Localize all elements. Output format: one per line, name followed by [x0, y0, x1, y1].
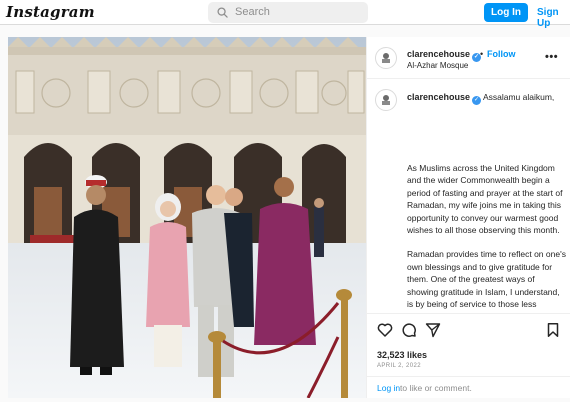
post-header: clarencehouse ✓ • Follow Al-Azhar Mosque … — [367, 37, 570, 79]
follow-button[interactable]: Follow — [487, 49, 516, 59]
login-button[interactable]: Log In — [484, 3, 528, 22]
post-date[interactable]: APRIL 2, 2022 — [377, 363, 421, 369]
post-actions: 32,523 likes APRIL 2, 2022 Log in to lik… — [367, 313, 570, 398]
caption-first-line: clarencehouse ✓ Assalamu alaikum, — [407, 91, 565, 105]
caption-username[interactable]: clarencehouse — [407, 92, 470, 102]
caption-area[interactable]: clarencehouse ✓ Assalamu alaikum, As Musl… — [367, 80, 570, 313]
separator-dot: • — [480, 49, 484, 59]
caption-body: As Muslims across the United Kingdom and… — [407, 162, 567, 313]
share-icon[interactable] — [425, 322, 441, 338]
heart-icon[interactable] — [377, 322, 393, 338]
avatar[interactable] — [375, 47, 397, 69]
bookmark-icon[interactable] — [545, 322, 561, 338]
verified-badge-icon: ✓ — [472, 96, 482, 105]
crest-icon — [382, 95, 390, 105]
login-prompt-text: to like or comment. — [400, 383, 472, 393]
login-prompt: Log in to like or comment. — [367, 376, 570, 399]
search-placeholder: Search — [235, 6, 270, 18]
likes-count[interactable]: 32,523 likes — [377, 350, 427, 360]
login-link[interactable]: Log in — [377, 383, 400, 393]
caption-avatar[interactable] — [375, 89, 397, 111]
mosque-photo — [8, 37, 366, 398]
top-navigation-bar: Instagram Search Log In Sign Up — [0, 0, 570, 29]
caption-paragraph: Ramadan provides time to reflect on one'… — [407, 249, 566, 313]
post-image[interactable] — [8, 37, 366, 398]
caption-greeting: Assalamu alaikum, — [482, 92, 555, 102]
more-options-icon[interactable]: ••• — [545, 51, 558, 63]
search-box[interactable]: Search — [208, 2, 368, 23]
post-location[interactable]: Al-Azhar Mosque — [407, 61, 468, 70]
crest-icon — [382, 53, 390, 63]
signup-button[interactable]: Sign Up — [537, 7, 570, 29]
comment-icon[interactable] — [401, 322, 417, 338]
search-icon — [217, 7, 228, 18]
caption-paragraph: As Muslims across the United Kingdom and… — [407, 163, 563, 236]
post-side-panel: clarencehouse ✓ • Follow Al-Azhar Mosque … — [366, 37, 570, 398]
instagram-logo[interactable]: Instagram — [6, 3, 95, 21]
